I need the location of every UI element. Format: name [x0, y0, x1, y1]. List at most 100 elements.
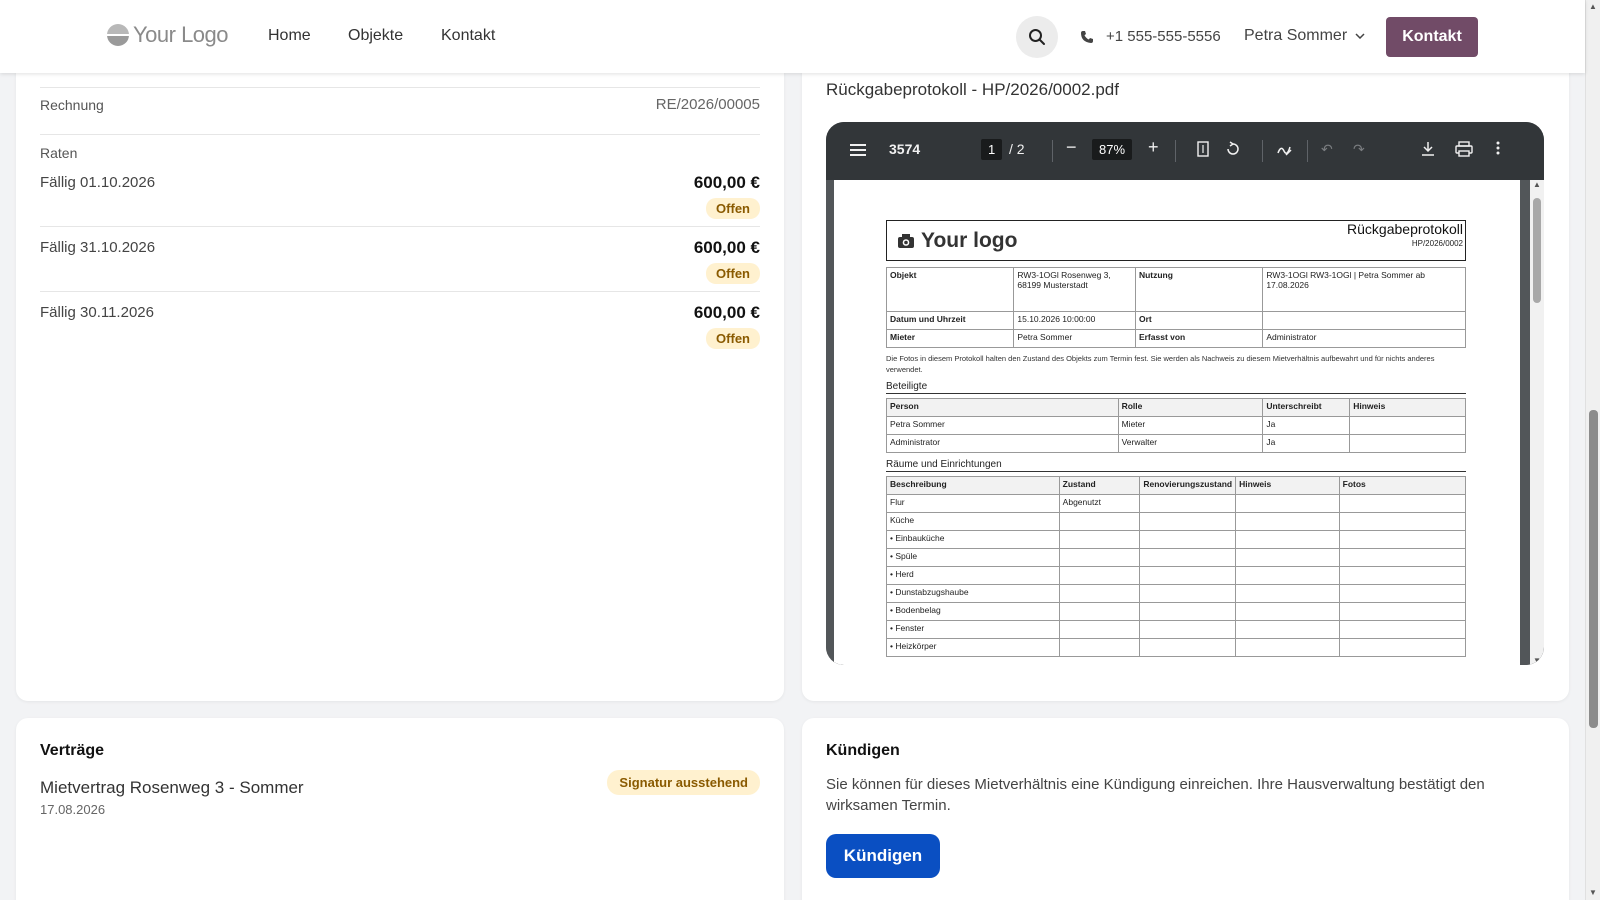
table-cell: • Spüle	[886, 548, 1060, 567]
page-total: / 2	[1009, 141, 1025, 157]
toolbar-separator	[1175, 140, 1176, 162]
logo-text: Your Logo	[133, 22, 229, 47]
kontakt-button[interactable]: Kontakt	[1386, 17, 1478, 57]
info-value: Petra Sommer	[1013, 329, 1136, 348]
search-button[interactable]	[1016, 16, 1058, 58]
info-value: Administrator	[1262, 329, 1466, 348]
scroll-up-icon[interactable]: ▲	[1533, 180, 1541, 189]
document-logo: Your logo	[897, 229, 1017, 253]
download-icon[interactable]	[1421, 141, 1435, 157]
scroll-down-icon[interactable]: ▼	[1533, 656, 1541, 665]
rotate-icon[interactable]	[1225, 141, 1241, 157]
toolbar-separator	[1052, 140, 1053, 162]
rate-amount: 600,00 €	[693, 303, 760, 322]
table-cell: Verwalter	[1117, 434, 1264, 453]
info-value: RW3-1OGl RW3-1OGl | Petra Sommer ab 17.0…	[1262, 267, 1466, 312]
scroll-down-icon[interactable]: ▼	[1589, 888, 1597, 897]
table-cell	[1338, 530, 1467, 549]
table-cell: • Herd	[886, 566, 1060, 585]
document-note: Die Fotos in diesem Protokoll halten den…	[886, 354, 1435, 374]
status-badge: Signatur ausstehend	[607, 770, 760, 795]
table-cell: • Bodenbelag	[886, 602, 1060, 621]
nav-home[interactable]: Home	[268, 27, 311, 45]
table-cell	[1235, 638, 1340, 657]
document-number: HP/2026/0002	[1411, 239, 1463, 248]
info-value: 15.10.2026 10:00:00	[1013, 311, 1136, 330]
phone-link[interactable]: +1 555-555-5556	[1080, 28, 1221, 45]
redo-icon[interactable]: ↷	[1353, 141, 1365, 158]
table-cell: • Dunstabzugshaube	[886, 584, 1060, 603]
info-value	[1262, 311, 1466, 330]
table-cell	[1235, 620, 1340, 639]
table-cell: Ja	[1262, 416, 1351, 435]
termination-card: Kündigen Sie können für dieses Mietverhä…	[802, 718, 1569, 900]
nav-kontakt[interactable]: Kontakt	[441, 27, 495, 45]
table-header: Rolle	[1117, 398, 1264, 417]
terminate-button[interactable]: Kündigen	[826, 834, 940, 878]
table-header: Renovierungszustand	[1139, 476, 1237, 495]
table-header: Fotos	[1338, 476, 1467, 495]
divider	[40, 226, 760, 227]
zoom-out-icon[interactable]: −	[1066, 137, 1077, 158]
table-cell: Petra Sommer	[886, 416, 1119, 435]
table-cell	[1235, 512, 1340, 531]
table-cell	[1058, 638, 1141, 657]
user-menu[interactable]: Petra Sommer	[1244, 27, 1365, 45]
annotate-icon[interactable]	[1276, 141, 1292, 157]
pdf-page-area[interactable]: Your logo Rückgabeprotokoll HP/2026/0002…	[826, 180, 1544, 665]
table-header: Hinweis	[1349, 398, 1466, 417]
pdf-viewer[interactable]: 3574 1 / 2 − 87% + ↶ ↷ Your logo Rückgab…	[826, 122, 1544, 665]
table-row: • Spüle	[886, 548, 1467, 567]
invoice-label: Rechnung	[40, 97, 104, 113]
more-options-icon[interactable]	[1496, 141, 1500, 155]
zoom-level[interactable]: 87%	[1092, 139, 1133, 160]
fit-page-icon[interactable]	[1197, 141, 1209, 157]
table-cell: Küche	[886, 512, 1060, 531]
divider	[40, 134, 760, 135]
contract-name[interactable]: Mietvertrag Rosenweg 3 - Sommer	[40, 778, 304, 798]
scroll-up-icon[interactable]: ▲	[1589, 2, 1597, 11]
info-label: Objekt	[885, 267, 1015, 312]
invoice-number[interactable]: RE/2026/00005	[656, 96, 760, 113]
info-label: Nutzung	[1134, 267, 1264, 312]
table-cell: • Heizkörper	[886, 638, 1060, 657]
table-cell	[1235, 530, 1340, 549]
pdf-scrollbar[interactable]: ▲ ▼	[1530, 180, 1544, 665]
nav-objekte[interactable]: Objekte	[348, 27, 403, 45]
print-icon[interactable]	[1455, 141, 1473, 157]
site-logo[interactable]: Your Logo	[107, 22, 229, 48]
table-header: Hinweis	[1235, 476, 1340, 495]
toolbar-separator	[1262, 140, 1263, 162]
participants-table: Person Rolle Unterschreibt Hinweis Petra…	[886, 398, 1466, 453]
pdf-scroll-thumb[interactable]	[1533, 198, 1541, 303]
pdf-card: Rückgabeprotokoll - HP/2026/0002.pdf 357…	[802, 60, 1569, 701]
page-scrollbar[interactable]: ▲ ▼	[1585, 0, 1600, 900]
invoice-row[interactable]: Rechnung RE/2026/00005	[40, 96, 760, 113]
document-logo-text: Your logo	[921, 229, 1018, 252]
table-cell	[1349, 416, 1466, 435]
table-row: • Dunstabzugshaube	[886, 584, 1467, 603]
table-cell	[1139, 530, 1237, 549]
camera-icon	[898, 234, 914, 248]
table-row: • Herd	[886, 566, 1467, 585]
page-number-input[interactable]: 1	[981, 139, 1003, 160]
menu-icon[interactable]	[850, 144, 866, 156]
rate-due-label: Fällig 31.10.2026	[40, 239, 156, 256]
table-header: Beschreibung	[886, 476, 1060, 495]
table-cell: Mieter	[1117, 416, 1264, 435]
undo-icon[interactable]: ↶	[1321, 141, 1333, 158]
table-header: Zustand	[1058, 476, 1141, 495]
table-row: Petra Sommer Mieter Ja	[886, 416, 1466, 435]
table-cell	[1058, 548, 1141, 567]
pdf-filename[interactable]: Rückgabeprotokoll - HP/2026/0002.pdf	[826, 80, 1119, 100]
table-row: • Fenster	[886, 620, 1467, 639]
table-cell	[1235, 494, 1340, 513]
rooms-heading: Räume und Einrichtungen	[886, 459, 1466, 472]
zoom-in-icon[interactable]: +	[1148, 137, 1159, 158]
pdf-doc-id: 3574	[889, 141, 921, 157]
info-label: Datum und Uhrzeit	[885, 311, 1015, 330]
table-row: Flur Abgenutzt	[886, 494, 1467, 513]
page-scroll-thumb[interactable]	[1589, 410, 1598, 728]
contracts-title: Verträge	[40, 742, 105, 759]
logo-mark-icon	[107, 24, 129, 46]
